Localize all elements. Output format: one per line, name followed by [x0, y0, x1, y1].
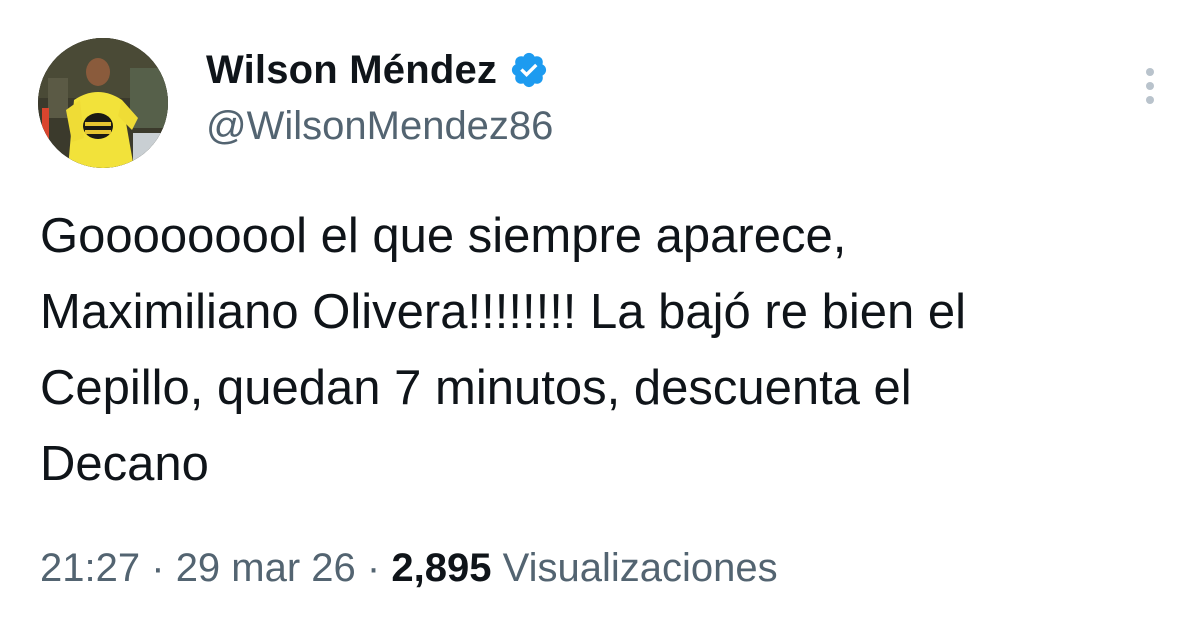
- tweet-text: Gooooooool el que siempre aparece, Maxim…: [40, 209, 966, 491]
- author-info[interactable]: Wilson Méndez @WilsonMendez86: [206, 42, 553, 149]
- meta-separator: ·: [151, 546, 165, 590]
- name-row: Wilson Méndez: [206, 42, 553, 98]
- verified-badge-icon: [512, 52, 547, 88]
- tweet-date[interactable]: 29 mar 26: [176, 546, 356, 590]
- author-handle[interactable]: @WilsonMendez86: [206, 104, 553, 149]
- avatar[interactable]: [38, 38, 168, 168]
- tweet-meta: 21:27 · 29 mar 26 · 2,895 Visualizacione…: [40, 546, 778, 591]
- tweet-card: Wilson Méndez @WilsonMendez86 Gooooooool…: [0, 0, 1200, 620]
- more-vertical-icon[interactable]: [1140, 68, 1160, 112]
- avatar-photo: [38, 38, 168, 168]
- author-display-name[interactable]: Wilson Méndez: [206, 48, 497, 93]
- views-label: Visualizaciones: [502, 546, 778, 590]
- tweet-time[interactable]: 21:27: [40, 546, 140, 590]
- meta-separator: ·: [366, 546, 381, 590]
- views-count: 2,895: [391, 546, 492, 590]
